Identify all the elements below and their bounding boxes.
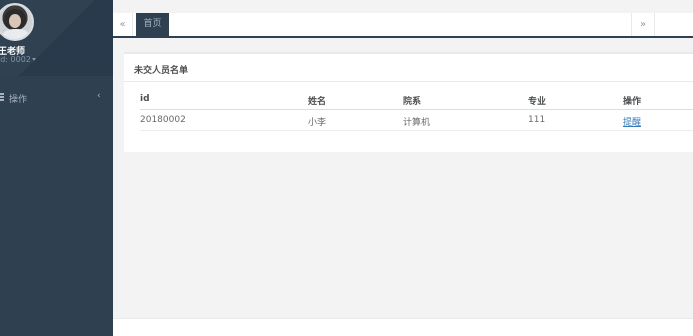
avatar-face [9,14,21,28]
unsubmitted-list-panel: 未交人员名单 id 姓名 院系 专业 操作 20180002 小李 计算机 11… [124,52,693,152]
panel-title: 未交人员名单 [134,66,189,76]
column-header-action: 操作 [623,97,642,107]
sidebar-item-label: 操作 [9,95,28,105]
cell-department: 计算机 [403,118,431,128]
tab-bar: « 首页 » [113,13,693,38]
tab-home[interactable]: 首页 [136,13,169,36]
profile-header: 王老师 id: 0002 [0,0,113,76]
panel-divider [124,81,693,82]
sidebar-item-operations[interactable]: 操作 ‹ [0,89,113,107]
tab-scroll-left-button[interactable]: « [113,13,133,36]
cell-major: 111 [528,115,546,125]
chevron-left-icon: ‹ [97,91,101,101]
column-header-major: 专业 [528,97,547,107]
footer-strip [113,318,693,336]
column-header-department: 院系 [403,97,422,107]
tab-scroll-right-button[interactable]: » [631,13,655,36]
caret-down-icon [31,58,36,61]
column-header-id: id [140,94,150,104]
table-header-divider [140,109,693,110]
profile-role-dropdown[interactable]: id: 0002 [0,55,36,64]
avatar[interactable] [0,3,34,41]
cell-name: 小李 [308,118,327,128]
table-row-divider [140,130,693,131]
profile-role-text: id: 0002 [0,55,31,64]
cell-id: 20180002 [140,115,186,125]
column-header-name: 姓名 [308,97,327,107]
sidebar: 王老师 id: 0002 操作 ‹ [0,0,113,336]
list-icon [0,93,5,102]
remind-link[interactable]: 提醒 [623,115,641,128]
